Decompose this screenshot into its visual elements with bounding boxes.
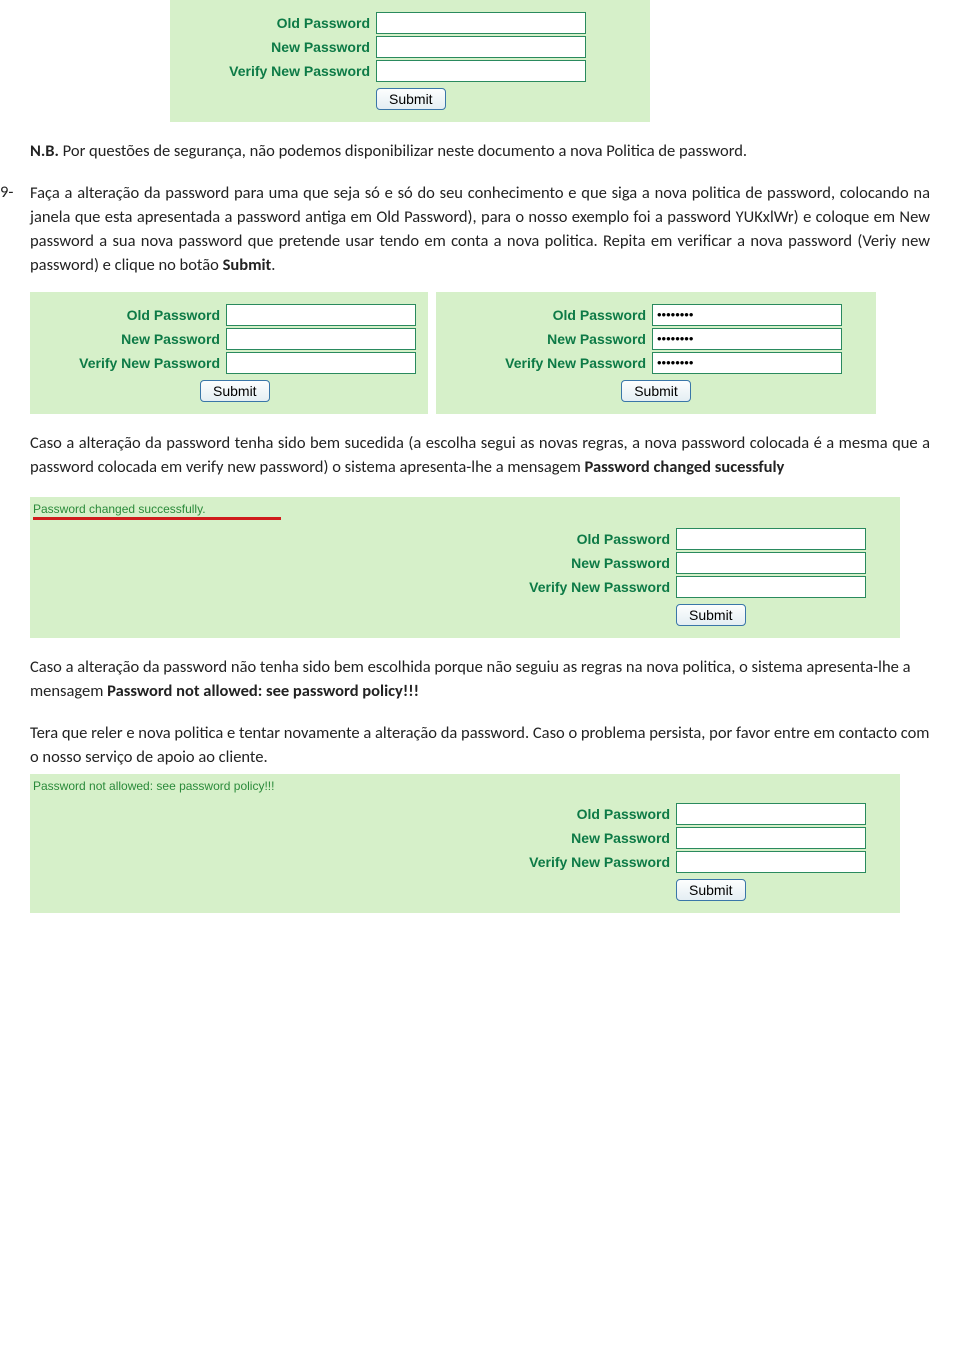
old-password-label: Old Password (470, 806, 670, 822)
submit-button[interactable]: Submit (200, 380, 270, 402)
step-9-text-a: Faça a alteração da password para uma qu… (30, 183, 930, 275)
fail-bold: Password not allowed: see password polic… (107, 681, 419, 701)
new-password-input[interactable] (226, 328, 416, 350)
step-9-text-b: . (271, 255, 275, 275)
password-form-top: Old Password New Password Verify New Pas… (170, 0, 650, 122)
old-password-label: Old Password (180, 15, 370, 31)
password-form-success: Password changed successfully. Old Passw… (30, 497, 900, 638)
success-message: Password changed successfully. (30, 499, 900, 517)
password-form-filled: Old Password New Password Verify New Pas… (436, 292, 876, 414)
step-9-body: Faça a alteração da password para uma qu… (30, 182, 930, 278)
step-9-submit-word: Submit (223, 255, 272, 275)
old-password-label: Old Password (40, 307, 220, 323)
fail-message: Password not allowed: see password polic… (30, 776, 900, 801)
new-password-input[interactable] (376, 36, 586, 58)
verify-password-label: Verify New Password (470, 579, 670, 595)
submit-button[interactable]: Submit (676, 879, 746, 901)
new-password-label: New Password (470, 555, 670, 571)
verify-password-input[interactable] (676, 576, 866, 598)
old-password-input[interactable] (652, 304, 842, 326)
new-password-label: New Password (40, 331, 220, 347)
verify-password-input[interactable] (652, 352, 842, 374)
new-password-input[interactable] (652, 328, 842, 350)
submit-button[interactable]: Submit (621, 380, 691, 402)
retry-paragraph: Tera que reler e nova politica e tentar … (30, 722, 930, 770)
password-form-empty: Old Password New Password Verify New Pas… (30, 292, 428, 414)
nb-prefix: N.B. (30, 141, 59, 161)
submit-button[interactable]: Submit (376, 88, 446, 110)
new-password-label: New Password (470, 830, 670, 846)
new-password-label: New Password (180, 39, 370, 55)
old-password-input[interactable] (376, 12, 586, 34)
new-password-label: New Password (446, 331, 646, 347)
new-password-input[interactable] (676, 827, 866, 849)
nb-body: Por questões de segurança, não podemos d… (59, 141, 747, 161)
verify-password-label: Verify New Password (40, 355, 220, 371)
old-password-label: Old Password (446, 307, 646, 323)
success-paragraph: Caso a alteração da password tenha sido … (30, 432, 930, 480)
old-password-label: Old Password (470, 531, 670, 547)
success-text-a: Caso a alteração da password tenha sido … (30, 433, 930, 477)
verify-password-input[interactable] (226, 352, 416, 374)
old-password-input[interactable] (676, 803, 866, 825)
nb-paragraph: N.B. Por questões de segurança, não pode… (30, 140, 930, 164)
old-password-input[interactable] (226, 304, 416, 326)
password-form-fail: Password not allowed: see password polic… (30, 774, 900, 913)
submit-button[interactable]: Submit (676, 604, 746, 626)
fail-paragraph: Caso a alteração da password não tenha s… (30, 656, 930, 704)
old-password-input[interactable] (676, 528, 866, 550)
verify-password-label: Verify New Password (470, 854, 670, 870)
success-bold: Password changed sucessfuly (585, 457, 785, 477)
verify-password-input[interactable] (376, 60, 586, 82)
verify-password-label: Verify New Password (446, 355, 646, 371)
new-password-input[interactable] (676, 552, 866, 574)
verify-password-label: Verify New Password (180, 63, 370, 79)
verify-password-input[interactable] (676, 851, 866, 873)
step-9-number: 9- (0, 182, 30, 278)
